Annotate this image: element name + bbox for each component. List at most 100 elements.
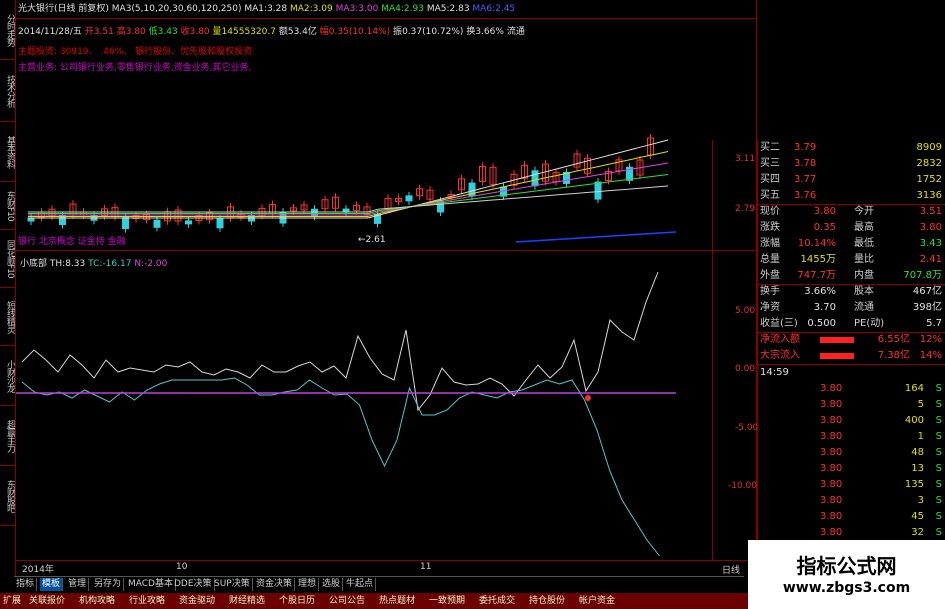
left-tab-strip: 分时走势 技术分析 基本资料 东财F10 同花顺F10 短线精灵 小财沙龙 超赢主力 东财股吧 bbox=[0, 0, 16, 580]
stat-row: 现价 3.80 今开 3.51 bbox=[758, 204, 945, 220]
tc-value: -16.17 bbox=[102, 259, 132, 269]
menu-item-7[interactable]: 公司公告 bbox=[329, 595, 365, 608]
tick-time: 14:59 bbox=[760, 367, 789, 378]
ma6-line bbox=[515, 231, 677, 243]
indicator-name: 小底部 bbox=[20, 259, 48, 269]
tick-price: 3.80 bbox=[820, 415, 843, 426]
tick-time-row: 14:59 bbox=[758, 365, 945, 381]
tick-row: 3.80 164 S bbox=[758, 381, 945, 397]
bid-row[interactable]: 买五 3.76 3136 bbox=[758, 188, 945, 204]
flow-percent: 14% bbox=[919, 350, 942, 361]
indicator-tab-8[interactable]: 理想 bbox=[296, 578, 320, 591]
fundamental-label: 收益(三) bbox=[760, 318, 798, 329]
menu-item-8[interactable]: 热点题材 bbox=[379, 595, 415, 608]
quote-panel: 买二 3.79 8909 买三 3.78 2832 买四 3.77 1752 买五 3.76 3136… bbox=[757, 140, 945, 580]
candle-body bbox=[185, 220, 192, 225]
indicator-tc-line bbox=[21, 377, 660, 557]
watermark-url: www.zbgs3.com bbox=[782, 580, 911, 596]
tick-side: S bbox=[935, 463, 942, 474]
indicator-tab-9[interactable]: 选股 bbox=[320, 578, 344, 591]
stat-value: 3.43 bbox=[919, 238, 942, 249]
tick-volume: 32 bbox=[911, 527, 924, 538]
fundamental-label: 净资 bbox=[760, 302, 780, 313]
left-tab-0[interactable]: 分时走势 bbox=[0, 0, 15, 60]
flow-percent: 12% bbox=[919, 334, 942, 345]
menu-item-2[interactable]: 机构攻略 bbox=[79, 595, 115, 608]
indicator-tab-5[interactable]: DDE决策 bbox=[172, 578, 215, 591]
menu-item-0[interactable]: 扩展 bbox=[3, 595, 21, 608]
candle-body bbox=[216, 218, 224, 229]
left-tab-7[interactable]: 超赢主力 bbox=[0, 406, 15, 466]
indicator-tab-2[interactable]: 管理 bbox=[66, 578, 90, 591]
bid-volume: 8909 bbox=[916, 142, 942, 153]
tick-row: 3.80 135 S bbox=[758, 477, 945, 493]
fundamental-value: 398亿 bbox=[912, 302, 942, 313]
bid-volume: 2832 bbox=[916, 158, 942, 169]
indicator-tab-4[interactable]: MACD基本 bbox=[126, 578, 176, 591]
bid-row[interactable]: 买二 3.79 8909 bbox=[758, 140, 945, 156]
menu-item-4[interactable]: 资金驱动 bbox=[179, 595, 215, 608]
indicator-tab-6[interactable]: SUP决策 bbox=[212, 578, 253, 591]
menu-item-12[interactable]: 帐户资金 bbox=[579, 595, 615, 608]
indicator-tab-1[interactable]: 模板 bbox=[40, 578, 64, 591]
fundamental-value: 467亿 bbox=[912, 286, 942, 297]
tick-volume: 400 bbox=[904, 415, 924, 426]
low-price-marker: ←2.61 bbox=[358, 235, 386, 245]
flow-value: 7.38亿 bbox=[877, 350, 910, 361]
left-tab-3[interactable]: 东财F10 bbox=[0, 182, 15, 230]
menu-item-10[interactable]: 委托成交 bbox=[479, 595, 515, 608]
menu-item-11[interactable]: 持仓股份 bbox=[529, 595, 565, 608]
stat-value: 1455万 bbox=[800, 254, 836, 265]
fundamental-label: PE(动) bbox=[854, 318, 885, 329]
menu-item-6[interactable]: 个股日历 bbox=[279, 595, 315, 608]
tick-price: 3.80 bbox=[820, 447, 843, 458]
indicator-tab-0[interactable]: 指标 bbox=[14, 578, 38, 591]
indicator-legend[interactable]: 小底部 TH:8.33 TC:-16.17 N:-2.00 bbox=[20, 256, 167, 269]
left-tab-1[interactable]: 技术分析 bbox=[0, 60, 15, 122]
left-tab-6[interactable]: 小财沙龙 bbox=[0, 346, 15, 406]
candle-body bbox=[594, 181, 602, 200]
menu-item-5[interactable]: 财经精选 bbox=[229, 595, 265, 608]
tick-row: 3.80 3 S bbox=[758, 493, 945, 509]
stat-row: 外盘 747.7万 内盘 707.8万 bbox=[758, 268, 945, 284]
flow-bar bbox=[820, 337, 854, 343]
indicator-tab-3[interactable]: 另存为 bbox=[92, 578, 125, 591]
indicator-tab-7[interactable]: 资金决策 bbox=[254, 578, 296, 591]
bid-label: 买五 bbox=[760, 190, 780, 201]
left-tab-4[interactable]: 同花顺F10 bbox=[0, 230, 15, 288]
fundamental-value: 3.66% bbox=[804, 286, 836, 297]
menu-item-9[interactable]: 一致预期 bbox=[429, 595, 465, 608]
bid-volume: 1752 bbox=[916, 174, 942, 185]
bid-row[interactable]: 买四 3.77 1752 bbox=[758, 172, 945, 188]
bid-row[interactable]: 买三 3.78 2832 bbox=[758, 156, 945, 172]
tick-side: S bbox=[935, 399, 942, 410]
stat-label: 涨幅 bbox=[760, 238, 780, 249]
left-tab-8[interactable]: 东财股吧 bbox=[0, 466, 15, 526]
stat-label: 总量 bbox=[760, 254, 780, 265]
tick-price: 3.80 bbox=[820, 399, 843, 410]
menu-item-1[interactable]: 关联报价 bbox=[29, 595, 65, 608]
tick-row: 3.80 13 S bbox=[758, 461, 945, 477]
stat-row: 涨幅 10.14% 最低 3.43 bbox=[758, 236, 945, 252]
tick-price: 3.80 bbox=[820, 495, 843, 506]
fundamental-label: 换手 bbox=[760, 286, 780, 297]
tick-price: 3.80 bbox=[820, 511, 843, 522]
bid-label: 买三 bbox=[760, 158, 780, 169]
stat-row: 总量 1455万 量比 2.41 bbox=[758, 252, 945, 268]
stat-value: 0.35 bbox=[813, 222, 836, 233]
stat-label: 涨跌 bbox=[760, 222, 780, 233]
left-tab-2[interactable]: 基本资料 bbox=[0, 122, 15, 182]
fundamental-row: 收益(三) 0.500 PE(动) 5.7 bbox=[758, 316, 945, 332]
candlestick-chart[interactable] bbox=[16, 0, 756, 580]
menu-item-3[interactable]: 行业攻略 bbox=[129, 595, 165, 608]
left-tab-5[interactable]: 短线精灵 bbox=[0, 288, 15, 346]
flow-row: 净流入额 6.55亿 12% bbox=[758, 332, 945, 348]
tick-row: 3.80 1S bbox=[758, 429, 945, 445]
fundamental-value: 5.7 bbox=[926, 318, 942, 329]
fundamental-value: 3.70 bbox=[813, 302, 836, 313]
tick-side: S bbox=[935, 431, 942, 442]
period-tab[interactable]: 日线 bbox=[722, 563, 740, 576]
flow-row: 大宗流入 7.38亿 14% bbox=[758, 348, 945, 364]
indicator-tab-10[interactable]: 牛起点 bbox=[344, 578, 377, 591]
moving-average-line bbox=[28, 151, 669, 217]
